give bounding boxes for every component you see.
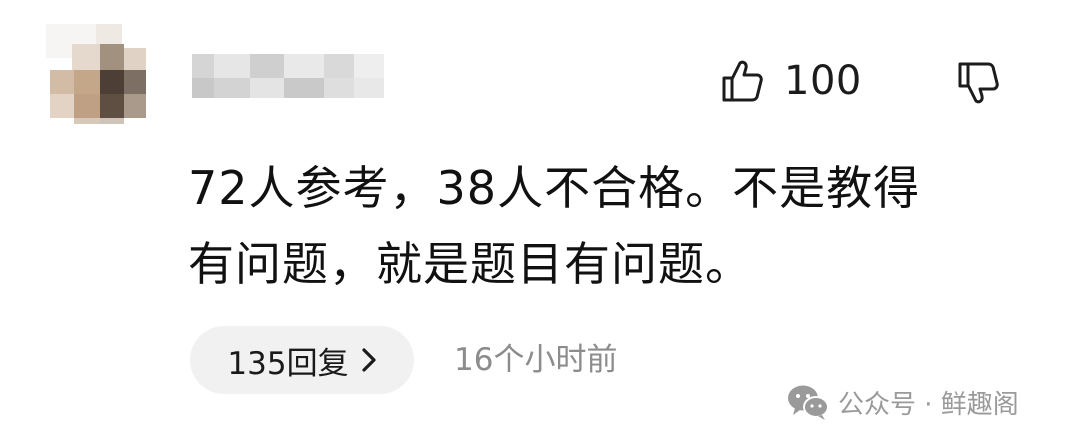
username[interactable] <box>192 44 384 100</box>
comment-text: 72人参考，38人不合格。不是教得 有问题，就是题目有问题。 <box>188 150 1028 302</box>
comment-line: 72人参考，38人不合格。不是教得 <box>188 161 921 215</box>
chevron-right-icon <box>361 348 376 372</box>
like-button[interactable]: 100 <box>720 58 862 104</box>
timestamp: 16个小时前 <box>454 342 618 378</box>
replies-button[interactable]: 135回复 <box>190 326 414 394</box>
thumbs-down-icon[interactable] <box>956 60 1002 106</box>
like-count: 100 <box>784 58 862 104</box>
wechat-icon <box>788 385 829 420</box>
watermark-text: 公众号 · 鲜趣阁 <box>838 389 1019 420</box>
replies-label: 135回复 <box>227 345 349 382</box>
comment-line: 有问题，就是题目有问题。 <box>188 237 752 291</box>
avatar[interactable] <box>46 24 146 124</box>
watermark: 公众号 · 鲜趣阁 <box>786 380 1019 424</box>
thumbs-up-icon[interactable] <box>720 58 764 104</box>
